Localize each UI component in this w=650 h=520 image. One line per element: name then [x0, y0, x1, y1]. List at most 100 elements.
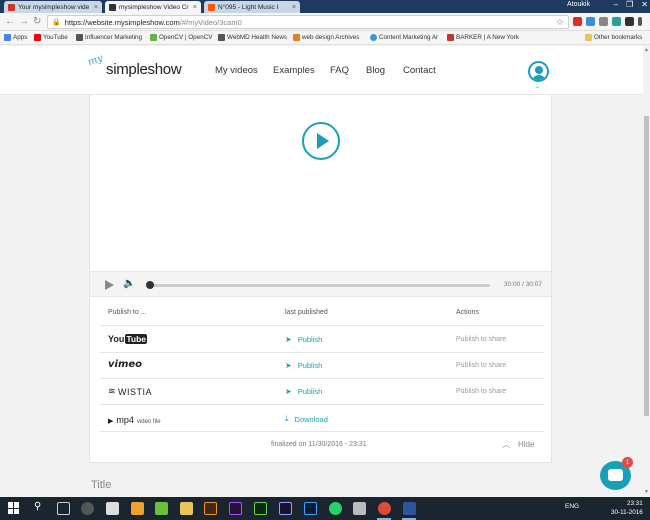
send-icon: ➤ — [285, 387, 292, 396]
nav-examples[interactable]: Examples — [273, 65, 315, 76]
bookmark-influencer[interactable]: Influencer Marketing — [76, 34, 142, 41]
maximize-icon[interactable]: ❐ — [626, 0, 633, 9]
nav-blog[interactable]: Blog — [366, 65, 385, 76]
chrome-icon[interactable] — [378, 502, 391, 515]
browser-user[interactable]: Atoukik — [567, 1, 590, 8]
browser-tab-active[interactable]: mysimpleshow Video Cr × — [105, 1, 201, 13]
play-triangle-icon: ▶ — [108, 418, 114, 425]
app-icon[interactable] — [131, 502, 144, 515]
word-icon[interactable] — [403, 502, 416, 515]
bookmark-webmd[interactable]: WebMD Health News — [218, 34, 287, 41]
finalized-text: finalized on 11/30/2016 - 23:31 — [271, 441, 367, 448]
close-icon[interactable]: × — [91, 4, 98, 11]
bookmarks-bar: Apps YouTube Influencer Marketing OpenCV… — [0, 31, 650, 45]
divider — [99, 431, 544, 432]
lock-icon: 🔒 — [52, 19, 61, 26]
opencv-icon — [150, 34, 157, 41]
dreamweaver-icon[interactable] — [254, 502, 267, 515]
nav-faq[interactable]: FAQ — [330, 65, 349, 76]
hide-button[interactable]: ︿ Hide — [502, 439, 534, 450]
taskbar-clock[interactable]: 23:31 30-11-2016 — [611, 499, 643, 517]
back-icon[interactable]: ← — [5, 16, 15, 27]
app-icon[interactable] — [81, 502, 94, 515]
task-view-icon[interactable] — [57, 502, 70, 515]
extension-icon[interactable] — [573, 17, 582, 26]
close-window-icon[interactable]: ✕ — [641, 0, 648, 9]
scroll-up-icon[interactable]: ▲ — [643, 47, 650, 53]
play-icon[interactable] — [302, 122, 340, 160]
bookmark-barker[interactable]: BARKER | A New York — [447, 34, 519, 41]
chevron-down-icon[interactable]: ⌄ — [535, 83, 540, 90]
photoshop-icon[interactable] — [304, 502, 317, 515]
bookmark-icon — [76, 34, 83, 41]
bookmark-youtube[interactable]: YouTube — [34, 34, 68, 41]
player-controls: 🔈 30:00 / 30:07 — [90, 271, 551, 297]
avatar-head — [535, 66, 543, 74]
nav-my-videos[interactable]: My videos — [215, 65, 258, 76]
premiere-icon[interactable] — [229, 502, 242, 515]
tab-label: mysimpleshow Video Cr — [119, 3, 189, 11]
title-label: Title — [91, 479, 112, 491]
whatsapp-icon[interactable] — [329, 502, 342, 515]
illustrator-icon[interactable] — [204, 502, 217, 515]
bookmark-content[interactable]: Content Marketing Ar — [370, 34, 438, 41]
volume-icon[interactable]: 🔈 — [123, 278, 135, 289]
youtube-icon — [34, 34, 41, 41]
browser-tab[interactable]: N°095 - Light Music I × — [204, 1, 300, 13]
divider — [99, 325, 544, 326]
clock-time: 23:31 — [626, 500, 643, 507]
after-effects-icon[interactable] — [279, 502, 292, 515]
bookmark-opencv[interactable]: OpenCV | OpenCV — [150, 34, 212, 41]
page-scrollbar[interactable]: ▲ ▼ — [643, 46, 650, 497]
app-icon[interactable] — [155, 502, 168, 515]
search-icon[interactable]: ⚲ — [34, 501, 41, 512]
bookmark-icon — [218, 34, 225, 41]
store-icon[interactable] — [106, 502, 119, 515]
nav-contact[interactable]: Contact — [403, 65, 436, 76]
divider — [99, 352, 544, 353]
app-icon[interactable] — [353, 502, 366, 515]
youtube-logo: You Tube — [108, 334, 148, 344]
menu-icon[interactable] — [638, 17, 642, 26]
close-icon[interactable]: × — [289, 4, 296, 11]
bookmark-icon — [447, 34, 454, 41]
video-preview[interactable] — [90, 95, 551, 271]
browser-tab[interactable]: Your mysimpleshow vide × — [4, 1, 102, 13]
header-actions: Actions — [456, 309, 479, 316]
user-avatar[interactable] — [528, 61, 549, 82]
extension-icon[interactable] — [599, 17, 608, 26]
extension-icon[interactable] — [586, 17, 595, 26]
publish-wistia-button[interactable]: ➤ Publish — [285, 387, 322, 396]
video-card: 🔈 30:00 / 30:07 Publish to ... last publ… — [89, 95, 552, 463]
play-button-icon[interactable] — [105, 280, 114, 290]
mp4-label: ▶ mp4 video file — [108, 415, 161, 425]
minimize-icon[interactable]: – — [614, 0, 618, 9]
address-bar[interactable]: 🔒 https://website.mysimpleshow.com/#/myV… — [47, 15, 569, 29]
forward-icon[interactable]: → — [19, 16, 29, 27]
publish-vimeo-button[interactable]: ➤ Publish — [285, 361, 322, 370]
clock-date: 30-11-2016 — [611, 509, 643, 516]
chat-badge: 1 — [622, 457, 633, 468]
extension-icon[interactable] — [625, 17, 634, 26]
close-icon[interactable]: × — [190, 4, 197, 11]
scroll-thumb[interactable] — [644, 116, 649, 416]
progress-bar[interactable] — [150, 284, 490, 287]
send-icon: ➤ — [285, 335, 292, 344]
download-button[interactable]: ⤓ Download — [285, 414, 328, 424]
wistia-mark-icon: ≋ — [108, 386, 117, 396]
bookmark-apps[interactable]: Apps — [4, 34, 27, 41]
bookmark-star-icon[interactable]: ☆ — [556, 17, 564, 28]
avatar-body — [532, 75, 546, 80]
time-display: 30:00 / 30:07 — [504, 281, 542, 288]
windows-start-icon[interactable] — [8, 502, 20, 514]
tray-language[interactable]: ENG — [565, 503, 579, 510]
chat-icon — [608, 469, 623, 481]
folder-icon[interactable] — [180, 502, 193, 515]
extension-icon[interactable] — [612, 17, 621, 26]
other-bookmarks[interactable]: Other bookmarks — [585, 34, 642, 41]
reload-icon[interactable]: ↻ — [33, 16, 41, 27]
scroll-down-icon[interactable]: ▼ — [643, 489, 650, 495]
publish-youtube-button[interactable]: ➤ Publish — [285, 335, 322, 344]
bookmark-webdesign[interactable]: web design Archives — [293, 34, 359, 41]
progress-knob[interactable] — [146, 281, 154, 289]
